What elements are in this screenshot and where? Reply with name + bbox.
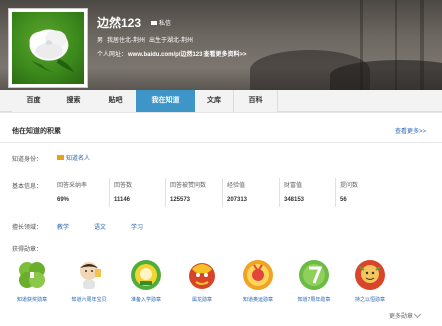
- badge-name: 知道奥运勋章: [242, 297, 273, 303]
- stat-value: 348153: [284, 197, 305, 203]
- stats-label: 基本信息：: [12, 184, 43, 190]
- stat-separator: [279, 178, 280, 207]
- badge-item[interactable]: 持之以恒勋章: [344, 259, 396, 303]
- identity-label: 知道身份：: [12, 157, 43, 163]
- stat-name: 回答采纳率: [57, 183, 88, 189]
- homepage-label: 个人网址：: [97, 52, 128, 58]
- section-title: 他在知道的积累: [12, 128, 61, 135]
- stat-value: 125573: [170, 197, 191, 203]
- more-info-link[interactable]: 查看更多资料>>: [203, 49, 246, 58]
- badge-name: 知道7周年勋章: [297, 297, 331, 303]
- message-button[interactable]: 私信: [151, 18, 171, 27]
- tab-zhidao[interactable]: 我在知道: [136, 90, 195, 112]
- clover-badge-icon: [16, 259, 48, 291]
- skill-link[interactable]: 教学: [57, 222, 69, 231]
- see-more-link[interactable]: 查看更多>>: [395, 126, 426, 135]
- badges-label: 获得勋章：: [12, 247, 43, 253]
- skill-link[interactable]: 语文: [94, 222, 106, 231]
- username: 边然123: [97, 16, 142, 30]
- chevron-down-icon: [413, 310, 422, 318]
- stat-separator: [109, 178, 110, 207]
- identity-value[interactable]: 知道名人: [57, 153, 90, 162]
- badge-name: 知道六周年宝贝: [71, 297, 107, 303]
- olympic-badge-icon: [242, 259, 274, 291]
- envelope-icon: [151, 20, 157, 25]
- stat-name: 回答数: [114, 183, 133, 189]
- badge-name: 准备入学勋章: [130, 297, 161, 303]
- badge-item[interactable]: 知道奥运勋章: [232, 259, 284, 303]
- stat-value: 11146: [114, 197, 131, 203]
- tab-bar: 百度 搜索 贴吧 我在知道 文库 百科: [0, 90, 442, 112]
- more-badges-button[interactable]: 更多勋章: [389, 310, 422, 320]
- white-rose-image: [29, 29, 75, 75]
- homepage-row: 个人网址： www.baidu.com/p/边然123 查看更多资料>>: [97, 49, 247, 58]
- identity-text: 知道名人: [66, 156, 91, 162]
- stat-name: 提问数: [340, 183, 359, 189]
- badge-item[interactable]: 准备入学勋章: [120, 259, 172, 303]
- stat-value: 56: [340, 197, 347, 203]
- divider: [0, 142, 442, 143]
- zhidao-panel: 他在知道的积累 查看更多>> 知道身份： 知道名人 基本信息： 回答采纳率 69…: [0, 112, 442, 326]
- profile-header: 边然123 私信 男 我居住北-荆州 出生于湖北-荆州 个人网址： www.ba…: [0, 0, 442, 90]
- avatar[interactable]: [8, 8, 88, 88]
- background-tree: [420, 0, 424, 90]
- skill-link[interactable]: 学习: [131, 222, 143, 231]
- background-tree: [395, 0, 397, 90]
- stat-value: 69%: [57, 197, 70, 203]
- dragon-badge-icon: [186, 259, 218, 291]
- badge-name: 属龙勋章: [191, 297, 212, 303]
- school-badge-icon: [130, 259, 162, 291]
- crown-icon: [57, 155, 64, 160]
- badge-name: 持之以恒勋章: [354, 297, 385, 303]
- tab-search[interactable]: 搜索: [52, 90, 96, 112]
- stat-value: 207313: [227, 197, 248, 203]
- tab-tieba[interactable]: 贴吧: [94, 90, 138, 112]
- stat-name: 财富值: [284, 183, 303, 189]
- seventh-anniversary-badge-icon: [298, 259, 330, 291]
- mascot-badge-icon: [73, 259, 105, 291]
- background-tree: [360, 0, 363, 90]
- badge-name: 知道获奖勋章: [16, 297, 47, 303]
- message-label: 私信: [159, 21, 172, 27]
- stat-separator: [335, 178, 336, 207]
- stat-separator: [222, 178, 223, 207]
- badge-item[interactable]: 知道获奖勋章: [6, 259, 58, 303]
- badge-item[interactable]: 知道7周年勋章: [288, 259, 340, 303]
- background-scenery: [330, 60, 442, 90]
- skills-label: 擅长领域：: [12, 225, 43, 231]
- tab-wenku[interactable]: 文库: [195, 90, 234, 112]
- more-badges-label: 更多勋章: [389, 314, 414, 320]
- residence: 我居住北-荆州: [107, 38, 146, 44]
- stat-name: 回答被赞同数: [170, 183, 207, 189]
- tab-baidu[interactable]: 百度: [12, 90, 56, 112]
- badge-item[interactable]: 知道六周年宝贝: [63, 259, 115, 303]
- tab-baike[interactable]: 百科: [234, 90, 278, 112]
- stat-name: 经验值: [227, 183, 246, 189]
- profile-info: 男 我居住北-荆州 出生于湖北-荆州: [97, 35, 193, 44]
- gender: 男: [97, 38, 104, 44]
- stat-separator: [165, 178, 166, 207]
- badge-item[interactable]: 属龙勋章: [176, 259, 228, 303]
- homepage-link[interactable]: www.baidu.com/p/边然123: [128, 49, 202, 58]
- persistence-badge-icon: [354, 259, 386, 291]
- birthplace: 出生于湖北-荆州: [149, 38, 194, 44]
